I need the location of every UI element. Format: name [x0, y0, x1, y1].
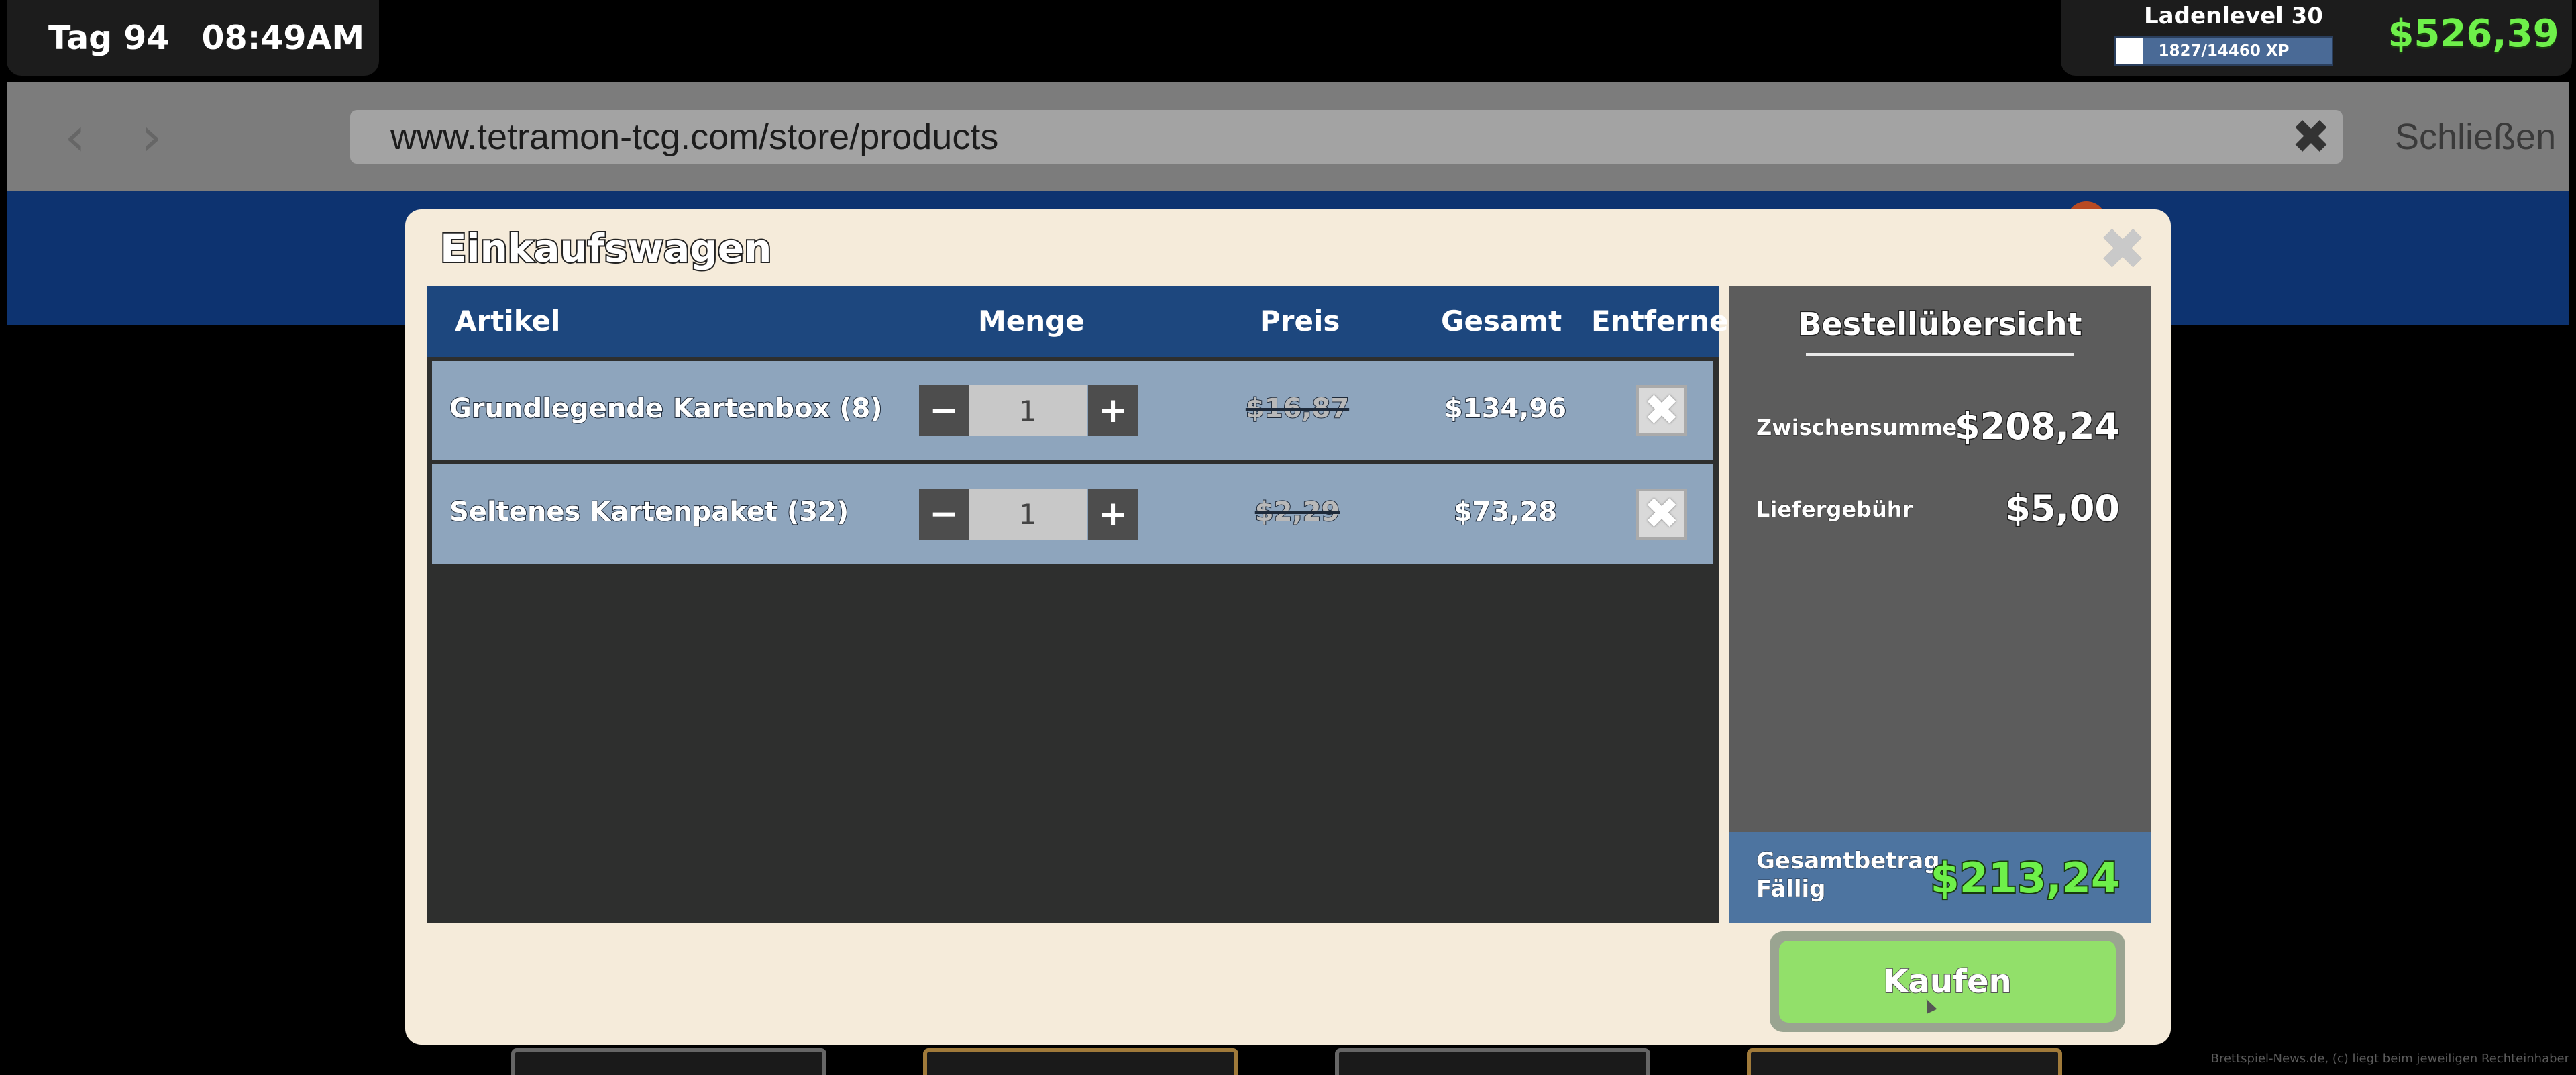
order-summary-panel: Bestellübersicht Zwischensumme $208,24 L…: [1729, 286, 2151, 923]
total-due-box: Gesamtbetrag Fällig $213,24: [1729, 832, 2151, 923]
forward-arrow-icon[interactable]: ›: [125, 110, 178, 164]
product-card-peek: [923, 1048, 1238, 1075]
cart-row: Grundlegende Kartenbox (8) − 1 + $16,87 …: [432, 361, 1713, 460]
shop-level-label: Ladenlevel 30: [2114, 3, 2353, 30]
remove-item-button[interactable]: ✖: [1636, 385, 1687, 436]
subtotal-label: Zwischensumme: [1756, 415, 1957, 440]
total-due-value: $213,24: [1931, 854, 2120, 903]
back-arrow-icon[interactable]: ‹: [48, 110, 102, 164]
increase-qty-button[interactable]: +: [1088, 489, 1138, 540]
quantity-value[interactable]: 1: [969, 489, 1087, 540]
clock-label: 08:49AM: [202, 19, 365, 57]
cart-table-header: Artikel Menge Preis Gesamt Entfernen: [427, 286, 1719, 357]
column-header-price: Preis: [1260, 305, 1340, 338]
column-header-remove: Entfernen: [1591, 305, 1748, 338]
column-header-total: Gesamt: [1441, 305, 1562, 338]
line-total: $73,28: [1438, 497, 1572, 527]
decrease-qty-button[interactable]: −: [919, 489, 969, 540]
item-name: Grundlegende Kartenbox (8): [449, 393, 883, 424]
browser-toolbar: ‹ › www.tetramon-tcg.com/store/products …: [7, 82, 2569, 191]
buy-button-label[interactable]: Kaufen: [1779, 941, 2116, 1023]
money-balance: $526,39: [2383, 12, 2564, 56]
day-time-panel: Tag 94 08:49AM: [7, 0, 379, 76]
close-icon[interactable]: ✖: [2096, 223, 2149, 276]
line-total: $134,96: [1438, 393, 1572, 424]
subtotal-value: $208,24: [1955, 405, 2120, 448]
shopping-cart-dialog: Einkaufswagen ✖ Artikel Menge Preis Gesa…: [405, 209, 2171, 1045]
buy-button[interactable]: Kaufen: [1770, 931, 2125, 1032]
increase-qty-button[interactable]: +: [1088, 385, 1138, 436]
item-name: Seltenes Kartenpaket (32): [449, 497, 849, 527]
product-card-peek: [1747, 1048, 2062, 1075]
summary-title-underline: [1806, 353, 2074, 356]
image-credit: Brettspiel-News.de, (c) liegt beim jewei…: [2211, 1052, 2569, 1066]
delivery-fee-label: Liefergebühr: [1756, 497, 1913, 522]
product-card-peek: [1335, 1048, 1650, 1075]
cart-table: Artikel Menge Preis Gesamt Entfernen Gru…: [427, 286, 1719, 923]
xp-text: 1827/14460 XP: [2116, 38, 2332, 64]
close-icon[interactable]: ✖: [2282, 111, 2340, 162]
quantity-value[interactable]: 1: [969, 385, 1087, 436]
delivery-fee-value: $5,00: [2005, 487, 2120, 529]
column-header-item: Artikel: [455, 305, 560, 338]
unit-price: $2,29: [1230, 497, 1364, 527]
level-money-panel: Ladenlevel 30 1827/14460 XP $526,39: [2061, 0, 2572, 76]
product-card-peek: [511, 1048, 826, 1075]
url-field[interactable]: www.tetramon-tcg.com/store/products: [350, 110, 2343, 164]
summary-title: Bestellübersicht: [1729, 306, 2151, 342]
remove-item-button[interactable]: ✖: [1636, 489, 1687, 540]
total-due-label: Gesamtbetrag Fällig: [1756, 847, 1957, 903]
day-label: Tag 94: [48, 19, 170, 57]
close-browser-button[interactable]: Schließen: [2395, 110, 2556, 164]
decrease-qty-button[interactable]: −: [919, 385, 969, 436]
cart-row: Seltenes Kartenpaket (32) − 1 + $2,29 $7…: [432, 464, 1713, 564]
xp-progress-bar: 1827/14460 XP: [2114, 36, 2333, 66]
unit-price: $16,87: [1230, 393, 1364, 424]
dialog-title: Einkaufswagen: [440, 225, 771, 271]
column-header-qty: Menge: [978, 305, 1085, 338]
